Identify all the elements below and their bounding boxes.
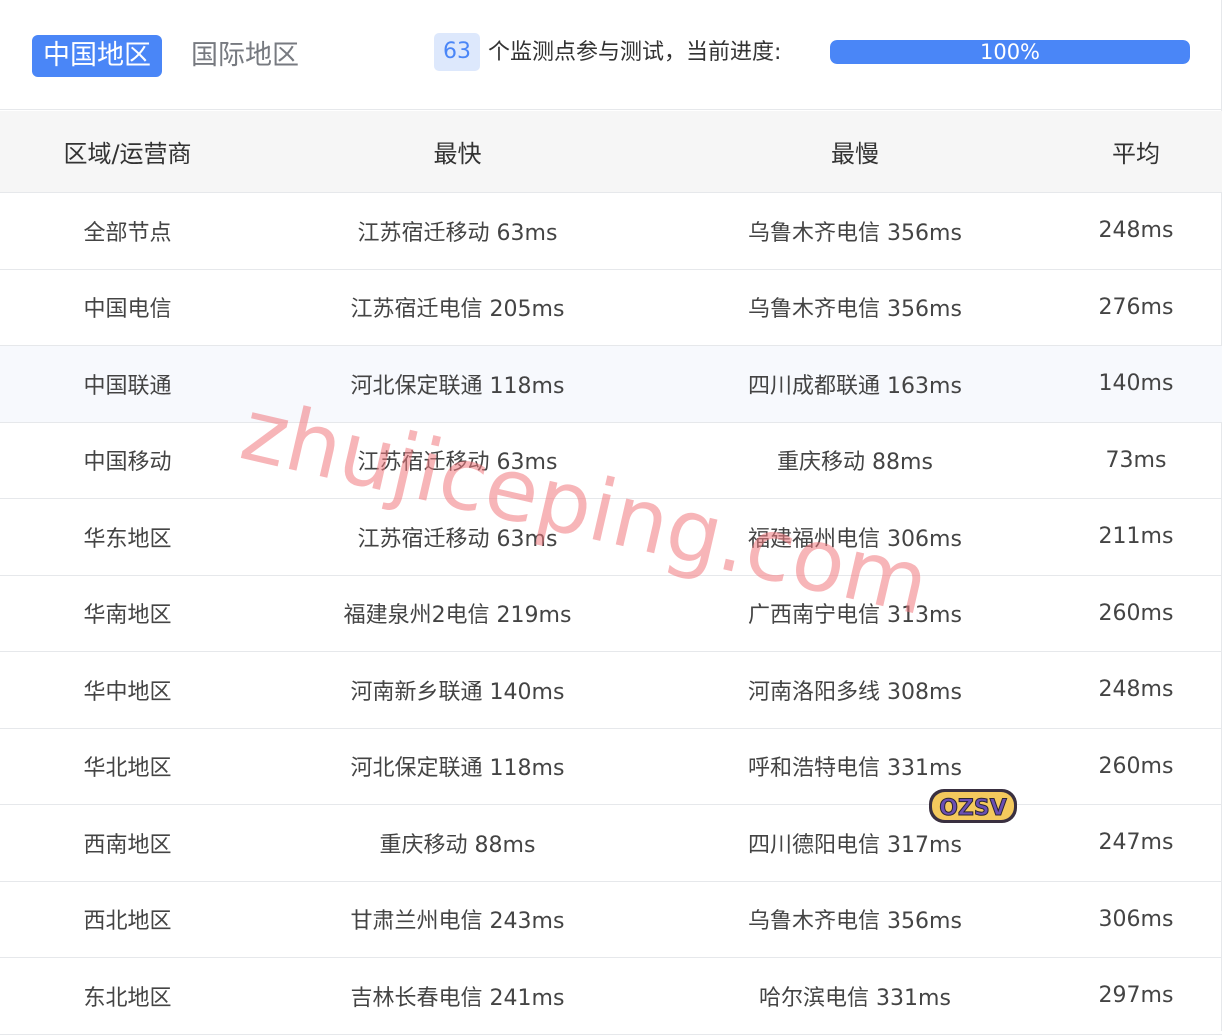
cell-fastest: 吉林长春电信 241ms [255, 957, 660, 1035]
cell-fastest: 河南新乡联通 140ms [255, 651, 660, 729]
cell-region: 全部节点 [0, 192, 255, 270]
table-row: 西北地区 甘肃兰州电信 243ms 乌鲁木齐电信 356ms 306ms [0, 881, 1222, 958]
column-header-fastest: 最快 [255, 111, 660, 193]
cell-average: 260ms [1050, 575, 1222, 652]
table-row: 东北地区 吉林长春电信 241ms 哈尔滨电信 331ms 297ms [0, 957, 1222, 1035]
cell-fastest: 江苏宿迁移动 63ms [255, 422, 660, 499]
cell-slowest: 呼和浩特电信 331ms [660, 728, 1050, 805]
cell-region: 中国电信 [0, 269, 255, 346]
cell-average: 248ms [1050, 651, 1222, 729]
test-toolbar: 中国地区 国际地区 63 个监测点参与测试，当前进度: 100% [0, 0, 1222, 110]
cell-slowest: 广西南宁电信 313ms [660, 575, 1050, 652]
table-row: 华东地区 江苏宿迁移动 63ms 福建福州电信 306ms 211ms [0, 498, 1222, 576]
table-row: 中国移动 江苏宿迁移动 63ms 重庆移动 88ms 73ms [0, 422, 1222, 499]
cell-fastest: 江苏宿迁电信 205ms [255, 269, 660, 346]
cell-slowest: 乌鲁木齐电信 356ms [660, 269, 1050, 346]
results-table: 区域/运营商 最快 最慢 平均 全部节点 江苏宿迁移动 63ms 乌鲁木齐电信 … [0, 111, 1222, 1035]
cell-region: 东北地区 [0, 957, 255, 1035]
cell-fastest: 福建泉州2电信 219ms [255, 575, 660, 652]
cell-slowest: 福建福州电信 306ms [660, 498, 1050, 576]
cell-fastest: 江苏宿迁移动 63ms [255, 192, 660, 270]
cell-average: 140ms [1050, 345, 1222, 423]
cell-average: 306ms [1050, 881, 1222, 958]
cell-region: 华南地区 [0, 575, 255, 652]
table-row: 华南地区 福建泉州2电信 219ms 广西南宁电信 313ms 260ms [0, 575, 1222, 652]
cell-slowest: 河南洛阳多线 308ms [660, 651, 1050, 729]
cell-region: 华中地区 [0, 651, 255, 729]
monitor-count-text: 个监测点参与测试，当前进度: [488, 40, 782, 65]
cell-fastest: 河北保定联通 118ms [255, 728, 660, 805]
cell-average: 247ms [1050, 804, 1222, 882]
cell-average: 276ms [1050, 269, 1222, 346]
monitor-count-badge: 63 [434, 33, 480, 71]
cell-fastest: 重庆移动 88ms [255, 804, 660, 882]
table-row: 全部节点 江苏宿迁移动 63ms 乌鲁木齐电信 356ms 248ms [0, 192, 1222, 270]
cell-fastest: 甘肃兰州电信 243ms [255, 881, 660, 958]
progress-bar: 100% [830, 40, 1190, 64]
table-row: 西南地区 重庆移动 88ms 四川德阳电信 317ms 247ms [0, 804, 1222, 882]
cell-region: 华东地区 [0, 498, 255, 576]
cell-average: 297ms [1050, 957, 1222, 1035]
cell-average: 260ms [1050, 728, 1222, 805]
cell-slowest: 四川成都联通 163ms [660, 345, 1050, 423]
cell-region: 西南地区 [0, 804, 255, 882]
table-row: 中国电信 江苏宿迁电信 205ms 乌鲁木齐电信 356ms 276ms [0, 269, 1222, 346]
cell-fastest: 河北保定联通 118ms [255, 345, 660, 423]
table-row: 中国联通 河北保定联通 118ms 四川成都联通 163ms 140ms [0, 345, 1222, 423]
progress-label: 100% [979, 40, 1041, 64]
table-row: 华中地区 河南新乡联通 140ms 河南洛阳多线 308ms 248ms [0, 651, 1222, 729]
cell-slowest: 乌鲁木齐电信 356ms [660, 881, 1050, 958]
cell-slowest: 乌鲁木齐电信 356ms [660, 192, 1050, 270]
cell-fastest: 江苏宿迁移动 63ms [255, 498, 660, 576]
column-header-slowest: 最慢 [660, 111, 1050, 193]
table-row: 华北地区 河北保定联通 118ms 呼和浩特电信 331ms 260ms [0, 728, 1222, 805]
cell-region: 中国联通 [0, 345, 255, 423]
tab-china-region[interactable]: 中国地区 [32, 35, 162, 77]
cell-average: 248ms [1050, 192, 1222, 270]
cell-average: 211ms [1050, 498, 1222, 576]
tab-international-region[interactable]: 国际地区 [180, 35, 310, 77]
column-header-region: 区域/运营商 [0, 111, 255, 193]
cell-region: 西北地区 [0, 881, 255, 958]
cell-slowest: 重庆移动 88ms [660, 422, 1050, 499]
cell-region: 华北地区 [0, 728, 255, 805]
latency-test-panel: 中国地区 国际地区 63 个监测点参与测试，当前进度: 100% 区域/运营商 … [0, 0, 1222, 1035]
cell-slowest: 四川德阳电信 317ms [660, 804, 1050, 882]
cell-region: 中国移动 [0, 422, 255, 499]
table-header-row: 区域/运营商 最快 最慢 平均 [0, 111, 1222, 193]
cell-average: 73ms [1050, 422, 1222, 499]
cell-slowest: 哈尔滨电信 331ms [660, 957, 1050, 1035]
column-header-average: 平均 [1050, 111, 1222, 193]
